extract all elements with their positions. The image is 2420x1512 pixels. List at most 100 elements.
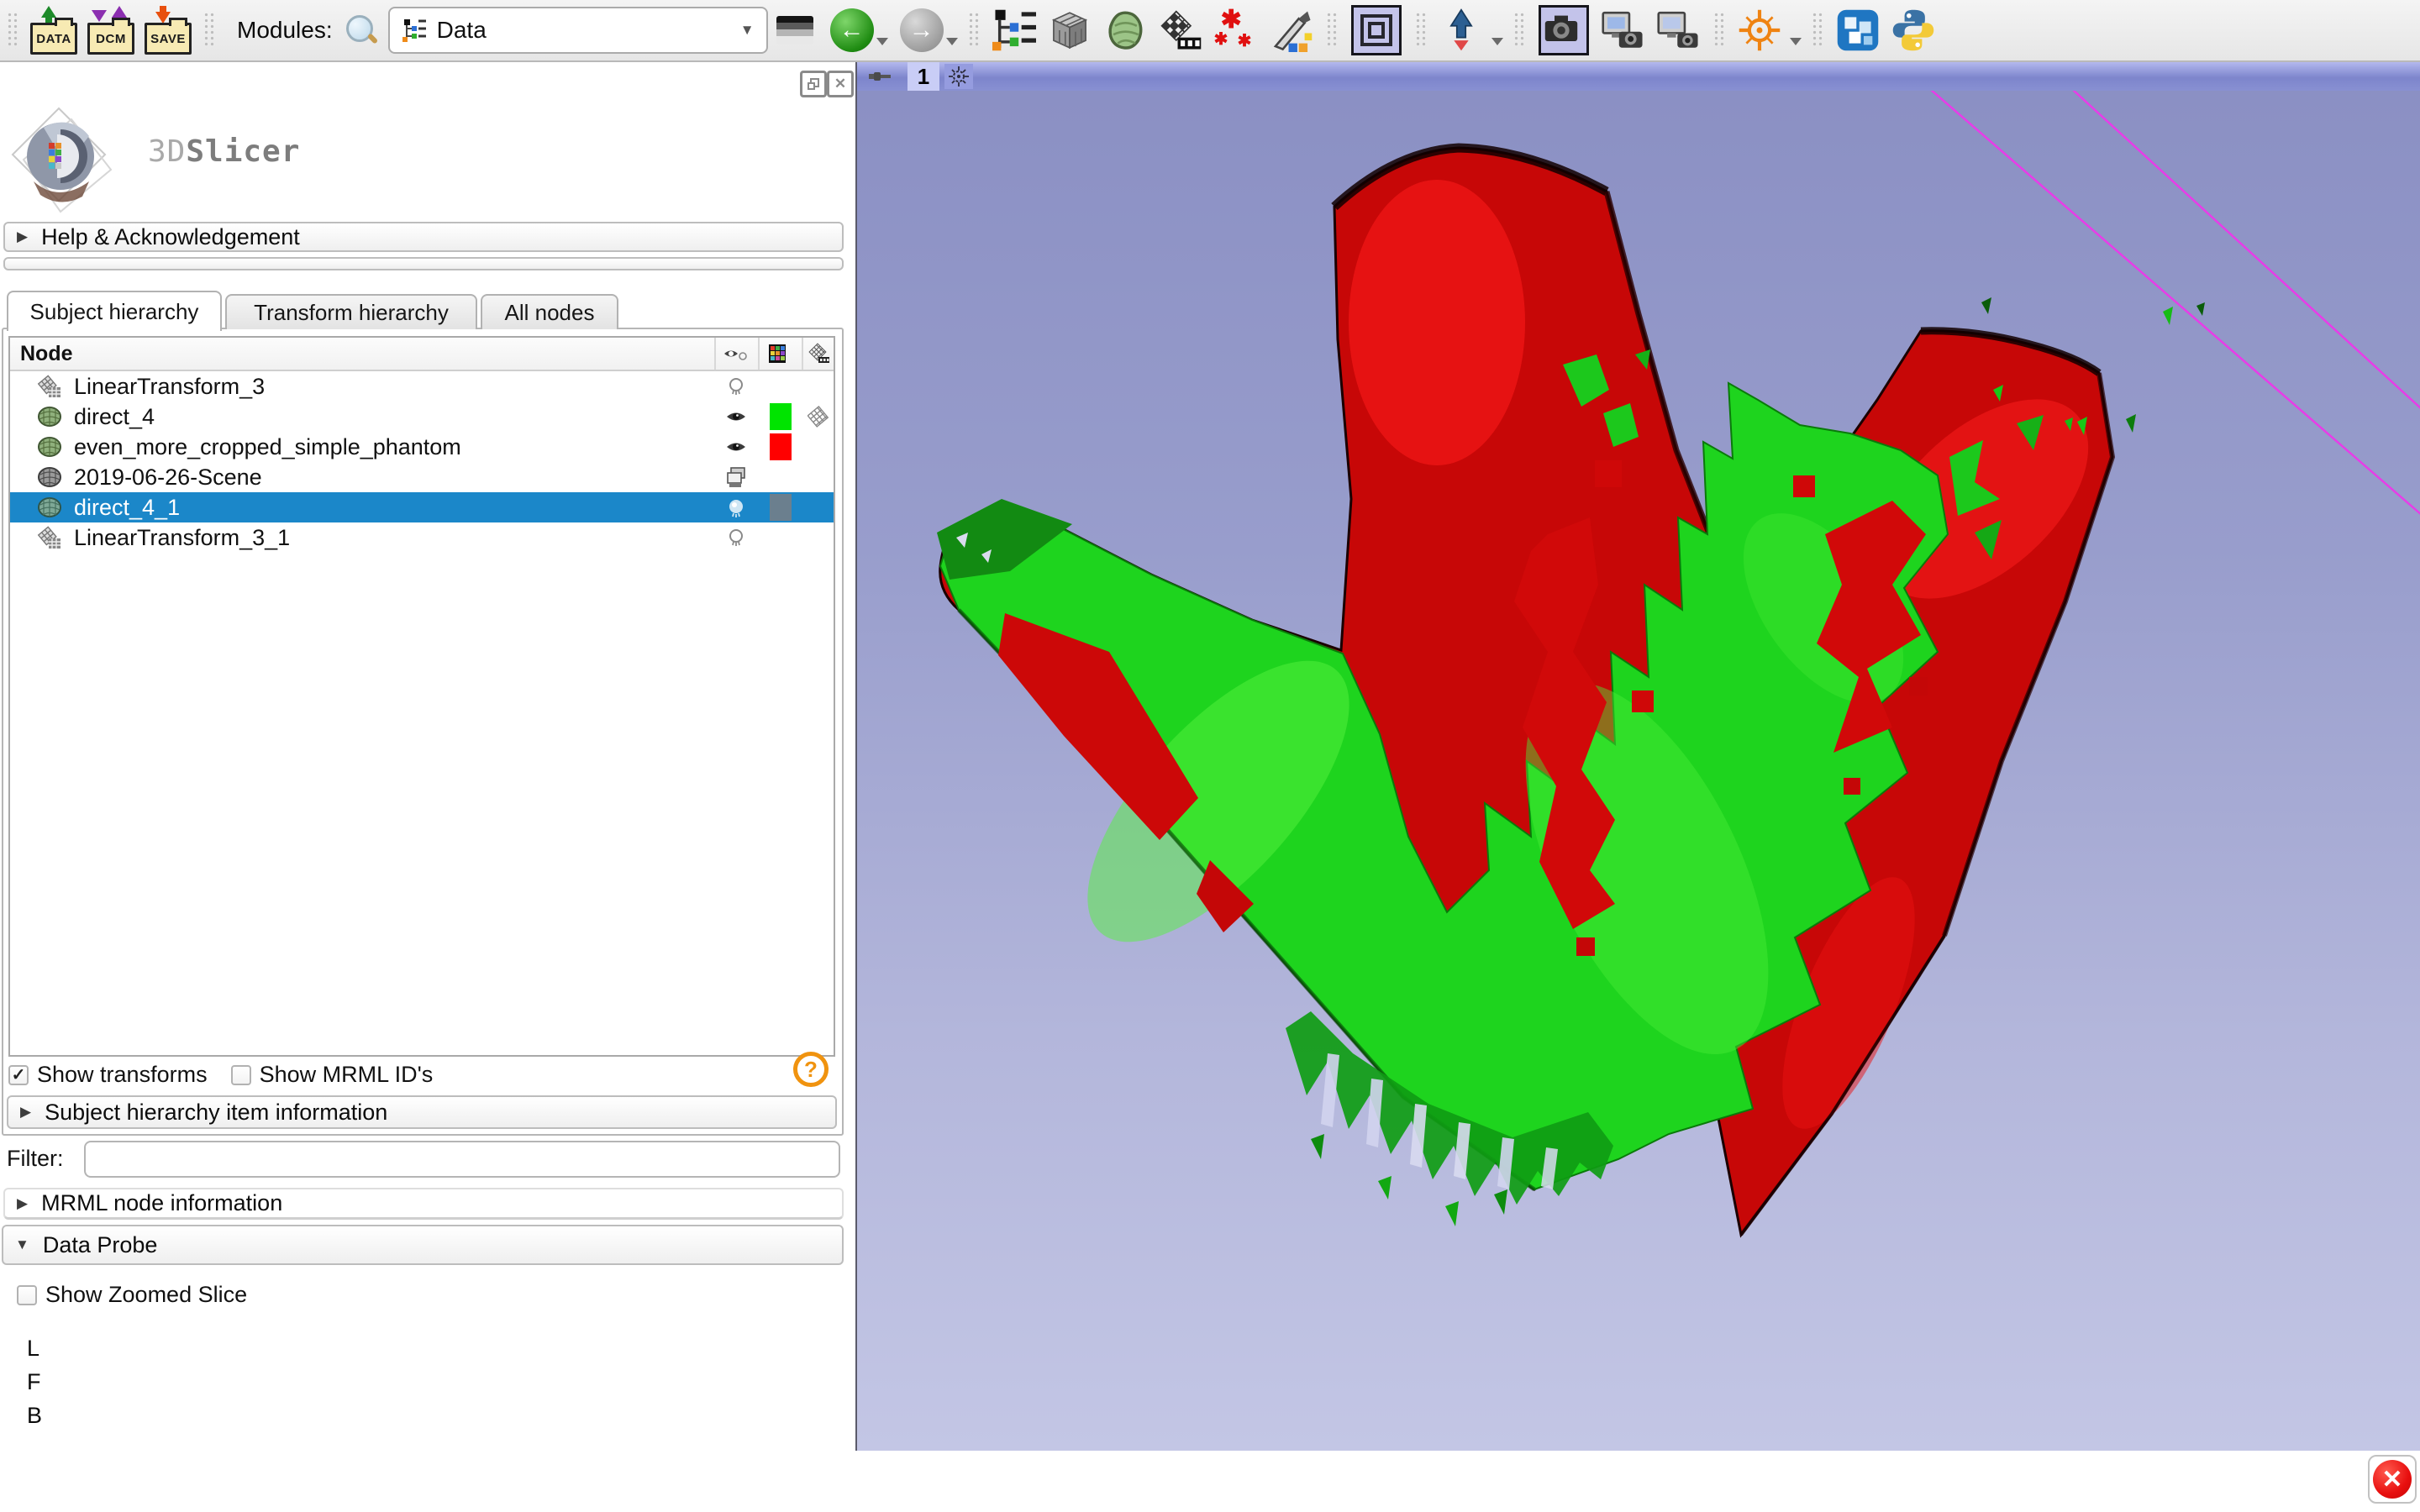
help-acknowledgement-section[interactable]: ▶ Help & Acknowledgement bbox=[3, 222, 844, 252]
toolbar-grip[interactable] bbox=[203, 12, 215, 49]
close-panel-icon[interactable]: ✕ bbox=[827, 71, 854, 97]
transform-node-icon bbox=[37, 374, 62, 399]
filter-input[interactable] bbox=[84, 1141, 840, 1178]
save-button[interactable]: SAVE bbox=[144, 6, 192, 55]
item-information-section[interactable]: ▶ Subject hierarchy item information bbox=[7, 1095, 837, 1129]
mrml-node-information-section[interactable]: ▶ MRML node information bbox=[3, 1188, 844, 1220]
color-swatch-cell[interactable] bbox=[760, 432, 802, 462]
scene-views-icon bbox=[726, 466, 746, 488]
visibility-toggle[interactable] bbox=[714, 371, 758, 402]
slicer-logo-text: 3DSlicer bbox=[148, 134, 300, 169]
toolbar-grip[interactable] bbox=[1513, 12, 1525, 49]
screenshot-button[interactable] bbox=[1539, 5, 1589, 55]
show-transforms-checkbox[interactable]: ✓ bbox=[8, 1065, 29, 1085]
annotations-module-button[interactable] bbox=[1270, 8, 1313, 52]
crosshair-caret-icon[interactable] bbox=[1790, 38, 1802, 45]
extensions-manager-button[interactable] bbox=[1836, 8, 1880, 52]
back-history-caret-icon[interactable] bbox=[876, 38, 888, 45]
tree-row-direct-4-1[interactable]: direct_4_1 bbox=[10, 492, 834, 522]
threed-render[interactable] bbox=[857, 62, 2420, 1451]
toolbar-grip[interactable] bbox=[1812, 12, 1823, 49]
data-probe-section[interactable]: ▼ Data Probe bbox=[2, 1225, 844, 1265]
tree-row-direct-4[interactable]: direct_4 bbox=[10, 402, 834, 432]
model-node-icon bbox=[37, 404, 62, 429]
tree-row-even-more-cropped[interactable]: even_more_cropped_simple_phantom bbox=[10, 432, 834, 462]
visibility-toggle[interactable] bbox=[714, 522, 758, 553]
layout-selector-button[interactable] bbox=[1351, 5, 1402, 55]
item-information-label: Subject hierarchy item information bbox=[45, 1100, 387, 1126]
module-forward-button[interactable]: → bbox=[900, 8, 944, 52]
toolbar-grip[interactable] bbox=[7, 12, 18, 49]
transform-column-header-icon[interactable] bbox=[808, 343, 830, 365]
show-mrml-ids-checkbox[interactable] bbox=[231, 1065, 251, 1085]
tab-subject-hierarchy[interactable]: Subject hierarchy bbox=[7, 291, 222, 331]
viewers-rotate-button[interactable] bbox=[1439, 8, 1483, 52]
scene-view-restore-button[interactable] bbox=[1657, 8, 1701, 52]
tab-transform-hierarchy[interactable]: Transform hierarchy bbox=[225, 294, 477, 329]
filter-label: Filter: bbox=[7, 1146, 64, 1172]
collapse-arrow-icon: ▶ bbox=[17, 228, 28, 245]
threed-viewport[interactable]: 1 bbox=[855, 62, 2420, 1451]
visibility-column-header-icon[interactable] bbox=[723, 345, 748, 362]
color-column-header-icon[interactable] bbox=[768, 344, 786, 364]
dicom-up-arrow-icon bbox=[112, 6, 127, 18]
column-separator bbox=[758, 338, 760, 370]
module-selected-value: Data bbox=[437, 17, 730, 44]
load-data-label: DATA bbox=[36, 32, 71, 46]
view-settings-button[interactable] bbox=[944, 64, 973, 89]
expand-arrow-icon: ▼ bbox=[15, 1236, 29, 1253]
scene-restore-toggle[interactable] bbox=[714, 462, 758, 492]
color-swatch bbox=[770, 403, 792, 430]
volumes-module-button[interactable] bbox=[1048, 8, 1092, 52]
help-button[interactable]: ? bbox=[793, 1052, 829, 1087]
module-history-button[interactable] bbox=[776, 16, 813, 45]
model-node-icon bbox=[37, 434, 62, 459]
tab-label: Transform hierarchy bbox=[254, 300, 449, 326]
markups-module-button[interactable]: ✱ ✱ ✱ bbox=[1214, 8, 1258, 52]
toolbar-grip[interactable] bbox=[1713, 12, 1725, 49]
toolbar-grip[interactable] bbox=[1415, 12, 1427, 49]
layout-inner-square-icon bbox=[1368, 22, 1385, 39]
show-zoomed-slice-checkbox[interactable] bbox=[17, 1285, 37, 1305]
layout-outer-square-icon bbox=[1360, 14, 1392, 46]
tree-row-lineartransform-3[interactable]: LinearTransform_3 bbox=[10, 371, 834, 402]
module-back-button[interactable]: ← bbox=[830, 8, 874, 52]
visibility-toggle[interactable] bbox=[714, 402, 758, 432]
toolbar-grip[interactable] bbox=[968, 12, 980, 49]
transforms-module-button[interactable] bbox=[1159, 8, 1202, 52]
scene-view-capture-button[interactable] bbox=[1602, 8, 1645, 52]
eye-open-icon bbox=[725, 439, 747, 454]
tree-row-scene[interactable]: 2019-06-26-Scene bbox=[10, 462, 834, 492]
transform-cell[interactable] bbox=[803, 402, 834, 432]
models-module-button[interactable] bbox=[1103, 8, 1147, 52]
tree-options-row: ✓ Show transforms Show MRML ID's bbox=[8, 1062, 433, 1088]
error-dismiss-button[interactable]: ✕ bbox=[2368, 1455, 2417, 1504]
crosshair-button[interactable] bbox=[1738, 8, 1781, 52]
visibility-toggle[interactable] bbox=[714, 432, 758, 462]
visibility-toggle[interactable] bbox=[714, 492, 758, 522]
module-search-icon[interactable] bbox=[345, 13, 378, 47]
eye-closed-icon bbox=[727, 528, 745, 548]
combo-dropdown-arrow-icon: ▼ bbox=[740, 22, 755, 39]
forward-history-caret-icon[interactable] bbox=[946, 38, 958, 45]
viewers-caret-icon[interactable] bbox=[1491, 38, 1503, 45]
pin-icon[interactable] bbox=[867, 69, 892, 84]
view-controller-bar[interactable]: 1 bbox=[857, 62, 2420, 91]
toolbar-grip[interactable] bbox=[1326, 12, 1338, 49]
markup-star-icon: ✱ bbox=[1214, 29, 1228, 50]
markup-star-icon: ✱ bbox=[1238, 30, 1252, 51]
dicom-button[interactable]: DCM bbox=[87, 6, 135, 55]
color-swatch-cell[interactable] bbox=[760, 402, 802, 432]
mrml-node-information-label: MRML node information bbox=[41, 1190, 282, 1216]
eye-closed-icon bbox=[727, 376, 745, 396]
load-data-button[interactable]: DATA bbox=[29, 6, 78, 55]
undock-panel-icon[interactable] bbox=[800, 71, 827, 97]
data-folder-icon: DATA bbox=[30, 23, 77, 55]
tree-row-lineartransform-3-1[interactable]: LinearTransform_3_1 bbox=[10, 522, 834, 553]
module-selector-combobox[interactable]: Data ▼ bbox=[388, 7, 768, 54]
tab-all-nodes[interactable]: All nodes bbox=[481, 294, 618, 329]
python-console-button[interactable] bbox=[1891, 8, 1935, 52]
color-swatch-cell[interactable] bbox=[760, 492, 802, 522]
subject-hierarchy-module-button[interactable] bbox=[992, 8, 1036, 52]
checkmark: ✓ bbox=[12, 1064, 26, 1085]
